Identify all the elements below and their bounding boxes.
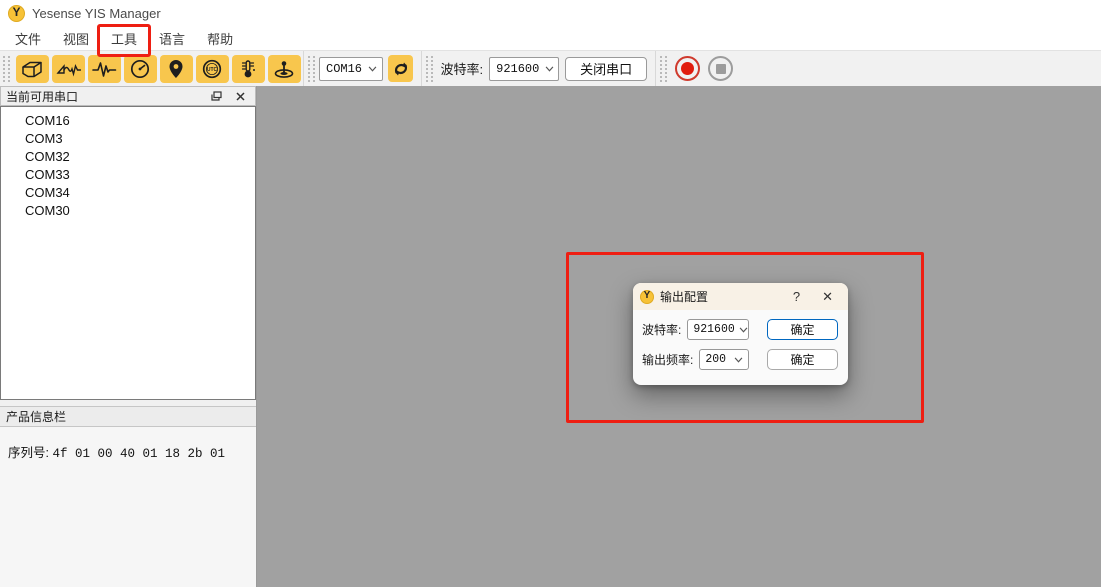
menu-tools[interactable]: 工具 [100,26,148,51]
baud-rate-label: 波特率: [441,59,484,78]
dialog-title-bar: Y 输出配置 ? ✕ [633,283,848,310]
baud-rate-value: 921600 [496,62,539,76]
attitude-icon [272,58,296,80]
port-select[interactable]: COM16 [319,57,383,81]
toolbar-separator [303,51,304,87]
title-bar: Y Yesense YIS Manager [0,0,1101,26]
location-button[interactable] [160,55,193,83]
port-list-item[interactable]: COM34 [1,183,255,201]
svg-text:UTC: UTC [207,67,218,73]
record-icon [681,62,694,75]
utc-clock-icon: UTC [201,58,223,80]
dialog-rate-confirm-button[interactable]: 确定 [767,349,838,370]
port-list-item[interactable]: COM3 [1,129,255,147]
dialog-rate-label: 输出频率: [642,351,693,368]
toolbar: UTC COM16 [0,50,1101,86]
dialog-baud-value: 921600 [693,323,734,336]
port-list-item[interactable]: COM32 [1,147,255,165]
stop-icon [716,64,726,74]
pulse-wave-icon [91,58,117,80]
dialog-logo-icon: Y [640,290,654,304]
dialog-baud-select[interactable]: 921600 [687,319,749,340]
menu-file[interactable]: 文件 [4,26,52,51]
angle-wave-button[interactable] [52,55,85,83]
stop-button[interactable] [708,56,733,81]
record-button[interactable] [675,56,700,81]
menu-language[interactable]: 语言 [148,26,196,51]
toolbar-grip[interactable] [426,56,433,82]
dialog-title: 输出配置 [660,288,779,305]
gauge-button[interactable] [124,55,157,83]
menu-bar: 文件 视图 工具 语言 帮助 [0,26,1101,50]
float-window-icon [211,91,222,101]
product-info-title: 产品信息栏 [6,408,66,425]
baud-rate-row: 波特率: 921600 确定 [642,319,838,340]
pulse-wave-button[interactable] [88,55,121,83]
close-icon [236,92,245,101]
panel-close-button[interactable] [231,92,250,101]
dialog-baud-label: 波特率: [642,321,681,338]
toolbar-grip[interactable] [3,56,10,82]
serial-number-line: 序列号: 4f 01 00 40 01 18 2b 01 [8,442,225,461]
dialog-baud-confirm-button[interactable]: 确定 [767,319,838,340]
angle-wave-icon [55,58,81,80]
toolbar-grip[interactable] [308,56,315,82]
gauge-icon [129,58,151,80]
dialog-rate-select[interactable]: 200 [699,349,749,370]
output-rate-row: 输出频率: 200 确定 [642,349,838,370]
port-list-item[interactable]: COM33 [1,165,255,183]
cube-3d-icon [20,58,44,80]
utc-clock-button[interactable]: UTC [196,55,229,83]
serial-port-panel-title: 当前可用串口 [6,88,202,105]
port-list: COM16 COM3 COM32 COM33 COM34 COM30 [0,106,256,400]
dialog-rate-value: 200 [705,353,726,366]
dialog-help-button[interactable]: ? [785,290,808,303]
thermometer-icon [237,58,259,80]
menu-tools-label: 工具 [111,32,137,47]
attitude-button[interactable] [268,55,301,83]
close-port-button[interactable]: 关闭串口 [565,57,647,81]
toolbar-grip[interactable] [660,56,667,82]
port-list-item[interactable]: COM30 [1,201,255,219]
toolbar-separator [421,51,422,87]
chevron-down-icon [734,357,743,363]
serial-number-value: 4f 01 00 40 01 18 2b 01 [52,447,225,461]
app-logo-icon: Y [8,5,25,22]
product-info-header: 产品信息栏 [0,406,256,427]
serial-port-panel: 当前可用串口 COM16 COM3 COM32 COM33 COM34 COM3… [0,86,257,587]
product-info-body: 序列号: 4f 01 00 40 01 18 2b 01 软件版本号： YIS3… [0,427,256,587]
cube-3d-button[interactable] [16,55,49,83]
port-select-value: COM16 [326,62,362,76]
location-pin-icon [166,58,186,80]
chevron-down-icon [739,327,748,333]
chevron-down-icon [545,66,554,72]
dialog-close-button[interactable]: ✕ [814,290,841,303]
menu-help[interactable]: 帮助 [196,26,244,51]
panel-float-button[interactable] [206,91,227,101]
thermometer-button[interactable] [232,55,265,83]
menu-view[interactable]: 视图 [52,26,100,51]
serial-number-label: 序列号: [8,446,49,460]
toolbar-separator [655,51,656,87]
port-list-item[interactable]: COM16 [1,111,255,129]
window-title: Yesense YIS Manager [32,6,161,21]
baud-rate-select[interactable]: 921600 [489,57,559,81]
refresh-ports-icon [392,60,410,78]
output-config-dialog: Y 输出配置 ? ✕ 波特率: 921600 确定 输出频率: 200 [633,283,848,385]
chevron-down-icon [368,66,377,72]
serial-port-panel-header: 当前可用串口 [0,86,256,106]
refresh-ports-button[interactable] [388,55,413,82]
app-window: Y Yesense YIS Manager 文件 视图 工具 语言 帮助 [0,0,1101,587]
